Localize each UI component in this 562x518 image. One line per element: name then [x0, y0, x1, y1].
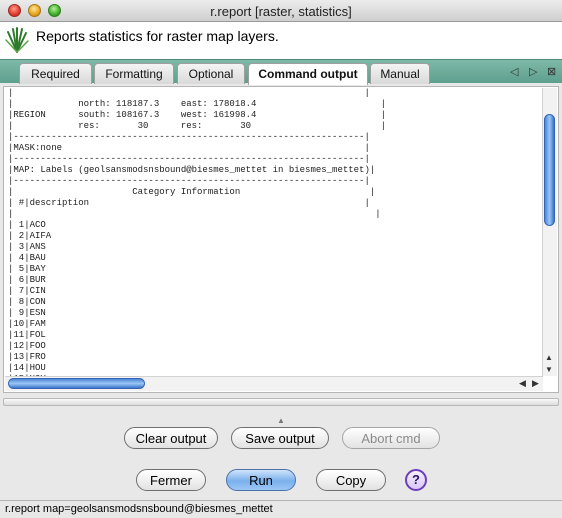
window-title: r.report [raster, statistics]	[210, 4, 352, 19]
run-button[interactable]: Run	[226, 469, 296, 491]
tab-scroll-right-icon[interactable]: ▷	[529, 65, 537, 78]
command-output-pane: | | | north: 118187.3 east: 178018.4 | |…	[3, 86, 559, 393]
clear-output-button[interactable]: Clear output	[124, 427, 218, 449]
pane-divider[interactable]	[3, 398, 559, 406]
tab-bar: Required Formatting Optional Command out…	[0, 59, 562, 85]
scroll-left-arrow-icon[interactable]: ◀	[519, 378, 526, 389]
help-icon[interactable]: ?	[405, 469, 427, 491]
tab-command-output[interactable]: Command output	[248, 63, 368, 85]
module-header: Reports statistics for raster map layers…	[0, 22, 562, 59]
status-bar: r.report map=geolsansmodsnsbound@biesmes…	[0, 500, 562, 518]
tab-required[interactable]: Required	[19, 63, 92, 84]
close-button[interactable]: Fermer	[136, 469, 206, 491]
tab-list-icon[interactable]: ⊠	[547, 65, 556, 78]
title-bar: r.report [raster, statistics]	[0, 0, 562, 22]
scroll-up-arrow-icon[interactable]: ▲	[545, 353, 553, 362]
status-command-text: r.report map=geolsansmodsnsbound@biesmes…	[5, 503, 273, 515]
vertical-scrollbar[interactable]: ▲ ▼	[542, 88, 557, 376]
horizontal-scroll-thumb[interactable]	[8, 378, 145, 389]
tab-manual[interactable]: Manual	[370, 63, 430, 84]
grass-logo-icon	[5, 27, 29, 53]
module-description: Reports statistics for raster map layers…	[36, 28, 279, 44]
copy-button[interactable]: Copy	[316, 469, 386, 491]
scroll-right-arrow-icon[interactable]: ▶	[532, 378, 539, 389]
splitter-grip-icon[interactable]: ▲	[277, 416, 285, 425]
tab-formatting[interactable]: Formatting	[94, 63, 174, 84]
output-text[interactable]: | | | north: 118187.3 east: 178018.4 | |…	[8, 88, 544, 376]
vertical-scroll-thumb[interactable]	[544, 114, 555, 226]
tab-optional[interactable]: Optional	[177, 63, 245, 84]
tab-scroll-left-icon[interactable]: ◁	[510, 65, 518, 78]
save-output-button[interactable]: Save output	[231, 427, 329, 449]
horizontal-scrollbar[interactable]: ◀ ▶	[5, 376, 543, 391]
scroll-down-arrow-icon[interactable]: ▼	[545, 365, 553, 374]
abort-cmd-button[interactable]: Abort cmd	[342, 427, 440, 449]
